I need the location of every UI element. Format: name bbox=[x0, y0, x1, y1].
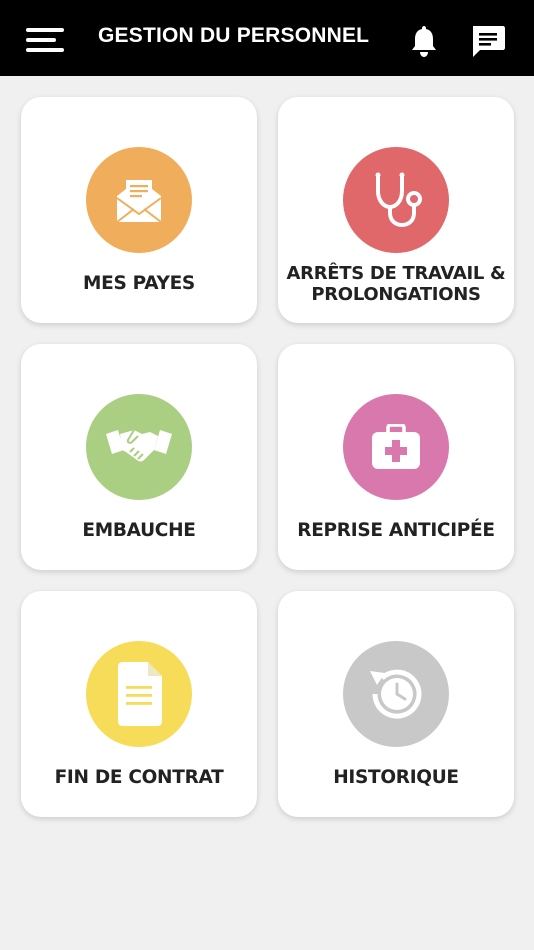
tile-label: FIN DE CONTRAT bbox=[54, 767, 224, 788]
page-title: GESTION DU PERSONNEL bbox=[98, 24, 370, 47]
stethoscope-icon bbox=[343, 147, 449, 253]
handshake-icon bbox=[86, 394, 192, 500]
tile-historique[interactable]: HISTORIQUE bbox=[278, 591, 514, 817]
bell-icon[interactable] bbox=[408, 24, 440, 58]
tile-reprise-anticipee[interactable]: REPRISE ANTICIPÉE bbox=[278, 344, 514, 570]
history-clock-icon bbox=[343, 641, 449, 747]
tile-label-line-1: ARRÊTS DE TRAVAIL & bbox=[286, 263, 506, 284]
tile-label: REPRISE ANTICIPÉE bbox=[297, 520, 495, 541]
tile-mes-payes[interactable]: MES PAYES bbox=[21, 97, 257, 323]
tile-fin-de-contrat[interactable]: FIN DE CONTRAT bbox=[21, 591, 257, 817]
tile-embauche[interactable]: EMBAUCHE bbox=[21, 344, 257, 570]
chat-icon[interactable] bbox=[470, 24, 506, 58]
document-icon bbox=[86, 641, 192, 747]
tile-arrets-de-travail[interactable]: ARRÊTS DE TRAVAIL & PROLONGATIONS bbox=[278, 97, 514, 323]
top-bar: GESTION DU PERSONNEL bbox=[0, 0, 534, 76]
hamburger-menu-icon[interactable] bbox=[26, 26, 66, 56]
medical-kit-icon bbox=[343, 394, 449, 500]
tile-label-line-2: PROLONGATIONS bbox=[311, 284, 481, 305]
envelope-icon bbox=[86, 147, 192, 253]
tile-label: MES PAYES bbox=[83, 273, 195, 294]
tile-label: ARRÊTS DE TRAVAIL & PROLONGATIONS bbox=[284, 263, 508, 305]
tile-label: HISTORIQUE bbox=[333, 767, 459, 788]
tile-label: EMBAUCHE bbox=[82, 520, 196, 541]
